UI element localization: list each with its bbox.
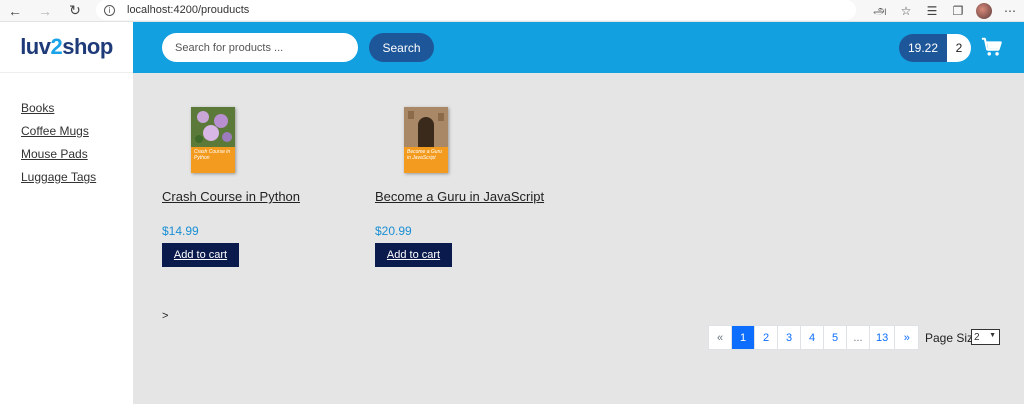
favorites-list-icon[interactable]: ☰	[924, 4, 940, 18]
pagination-page-13[interactable]: 13	[870, 326, 896, 349]
brand-logo-area: luv2shop	[0, 22, 133, 73]
book-cover-image[interactable]: Crash Course in Python	[191, 107, 235, 173]
pagination-ellipsis: ...	[847, 326, 870, 349]
search-input[interactable]	[162, 33, 358, 62]
product-title-link[interactable]: Crash Course in Python	[162, 189, 300, 204]
browser-actions: அ ☆ ☰ ❐ ⋯	[872, 0, 1024, 22]
favorite-star-icon[interactable]: ☆	[898, 4, 914, 18]
add-to-cart-button[interactable]: Add to cart	[162, 243, 239, 267]
pagination-last[interactable]: »	[895, 326, 918, 349]
back-arrow-icon[interactable]: ←	[0, 0, 30, 22]
logo-prefix: luv	[20, 34, 51, 59]
page-size-value: 2	[974, 331, 980, 343]
cart-total: 19.22	[899, 34, 947, 62]
cover-photo	[191, 107, 235, 147]
header-bar: Search 19.22 2	[133, 22, 1024, 73]
cart-quantity: 2	[947, 34, 971, 62]
cover-photo	[404, 107, 448, 147]
info-icon[interactable]: i	[104, 4, 115, 16]
next-indicator: >	[162, 310, 169, 322]
more-menu-icon[interactable]: ⋯	[1002, 4, 1018, 18]
pagination-page-5[interactable]: 5	[824, 326, 847, 349]
pagination-page-4[interactable]: 4	[801, 326, 824, 349]
add-to-cart-button[interactable]: Add to cart	[375, 243, 452, 267]
book-cover-image[interactable]: Become a Guru in JavaScript	[404, 107, 448, 173]
product-price: $14.99	[162, 224, 199, 238]
pagination: « 1 2 3 4 5 ... 13 »	[708, 325, 920, 350]
sidebar-item-mouse-pads[interactable]: Mouse Pads	[21, 147, 133, 163]
search-button[interactable]: Search	[369, 33, 434, 62]
category-sidebar: Books Coffee Mugs Mouse Pads Luggage Tag…	[0, 73, 133, 404]
read-aloud-icon[interactable]: அ	[872, 3, 888, 19]
sidebar-item-luggage-tags[interactable]: Luggage Tags	[21, 170, 133, 186]
brand-logo[interactable]: luv2shop	[20, 34, 113, 60]
product-price: $20.99	[375, 224, 412, 238]
logo-two: 2	[50, 34, 63, 59]
pagination-page-1[interactable]: 1	[732, 326, 755, 349]
cover-title: Crash Course in Python	[194, 149, 231, 161]
pagination-page-3[interactable]: 3	[778, 326, 801, 349]
page-size-select[interactable]: 2 ▼	[971, 329, 1000, 345]
sidebar-item-coffee-mugs[interactable]: Coffee Mugs	[21, 124, 133, 140]
forward-arrow-icon[interactable]: →	[30, 0, 60, 22]
browser-toolbar: ← → ↻ i localhost:4200/prouducts அ ☆ ☰ ❐…	[0, 0, 1024, 22]
product-list-area: Crash Course in Python Crash Course in P…	[133, 73, 1024, 404]
chevron-down-icon: ▼	[989, 332, 996, 339]
logo-suffix: shop	[62, 34, 113, 59]
address-bar[interactable]: i localhost:4200/prouducts	[96, 0, 856, 20]
product-title-link[interactable]: Become a Guru in JavaScript	[375, 189, 544, 204]
collections-icon[interactable]: ❐	[950, 4, 966, 18]
url-text: localhost:4200/prouducts	[127, 4, 250, 16]
sidebar-item-books[interactable]: Books	[21, 101, 133, 117]
cart-status[interactable]: 19.22 2	[899, 34, 971, 62]
cover-title: Become a Guru in JavaScript	[407, 149, 443, 161]
pagination-page-2[interactable]: 2	[755, 326, 778, 349]
reload-icon[interactable]: ↻	[60, 0, 90, 22]
shopping-cart-icon[interactable]	[981, 36, 1003, 58]
profile-avatar[interactable]	[976, 3, 992, 19]
pagination-first[interactable]: «	[709, 326, 732, 349]
